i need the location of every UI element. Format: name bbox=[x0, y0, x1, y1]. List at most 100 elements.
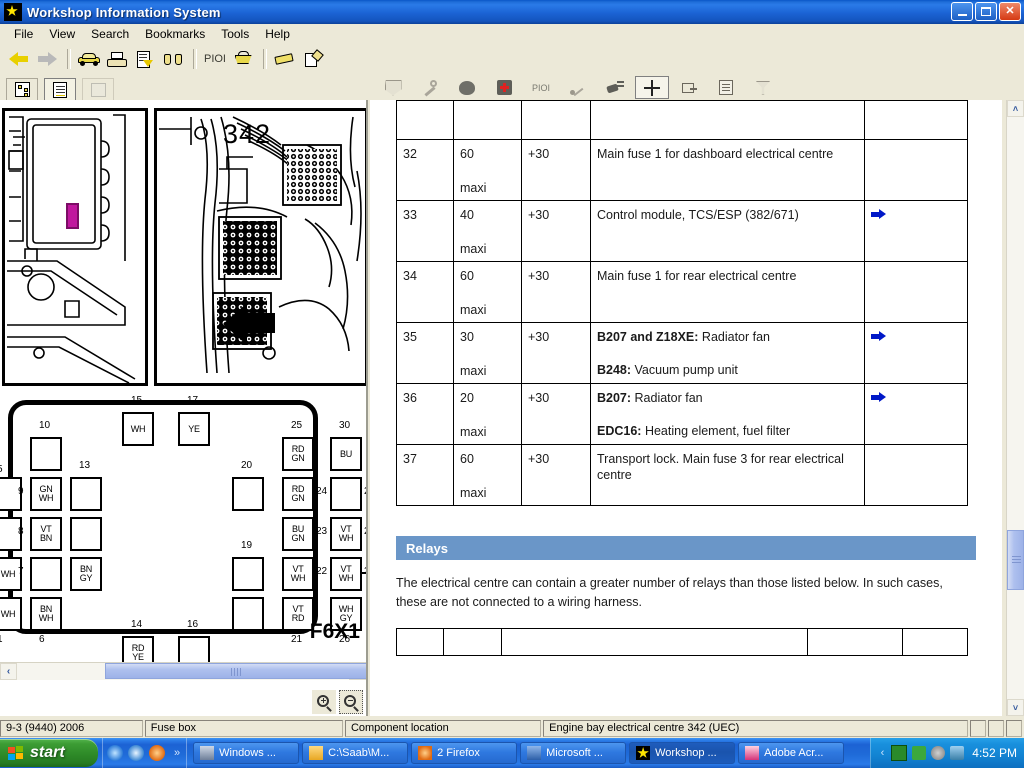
service-button[interactable] bbox=[487, 76, 521, 99]
minimize-button[interactable] bbox=[951, 2, 973, 21]
vertical-scroll-thumb[interactable] bbox=[1007, 530, 1024, 590]
fuse-slot-23[interactable]: BU GN bbox=[282, 517, 314, 551]
fuse-slot-1[interactable]: WH bbox=[0, 597, 22, 631]
start-button[interactable]: start bbox=[0, 739, 98, 767]
scroll-down-button[interactable]: ˅ bbox=[1007, 699, 1024, 716]
relay-cell-pos bbox=[443, 628, 502, 656]
fuse-slot-29[interactable] bbox=[330, 477, 362, 511]
repair-tool-button[interactable] bbox=[413, 76, 447, 99]
fuse-slot-8[interactable]: VT BN bbox=[30, 517, 62, 551]
fuse-slot-12[interactable] bbox=[70, 517, 102, 551]
zoom-out-button[interactable] bbox=[339, 690, 363, 714]
tray-usb-icon[interactable] bbox=[950, 746, 965, 760]
filter-button[interactable] bbox=[746, 76, 780, 99]
link-arrow-icon[interactable] bbox=[871, 209, 886, 220]
fuse-slot-9[interactable]: GN WH bbox=[30, 477, 62, 511]
link-arrow-icon[interactable] bbox=[871, 392, 886, 403]
fuse-number-label-23: 23 bbox=[316, 526, 328, 537]
taskbar-item-windows[interactable]: Windows ... bbox=[193, 742, 300, 764]
fuse-rating: 20 maxi bbox=[453, 383, 522, 445]
fuse-box-layout-diagram[interactable]: WH1WH254BNWH67VTBN8GNWH910BNGY111213RDYE… bbox=[0, 395, 366, 670]
vehicle-button[interactable] bbox=[76, 47, 102, 71]
maximize-button[interactable] bbox=[975, 2, 997, 21]
fuse-slot-6[interactable]: BN WH bbox=[30, 597, 62, 631]
zoom-in-button[interactable] bbox=[312, 690, 336, 714]
menu-file[interactable]: File bbox=[6, 25, 41, 43]
fuse-link-cell bbox=[864, 444, 968, 506]
menu-tools[interactable]: Tools bbox=[213, 25, 257, 43]
find-button[interactable] bbox=[160, 47, 186, 71]
highlight-button[interactable] bbox=[272, 47, 298, 71]
tab-document-view[interactable] bbox=[44, 78, 76, 100]
fuse-description: Main fuse 1 for rear electrical centre bbox=[590, 261, 865, 323]
quicklaunch-media-player-icon[interactable] bbox=[107, 745, 123, 761]
tray-expand-icon[interactable]: ‹ bbox=[881, 747, 885, 759]
horizontal-scroll-track[interactable] bbox=[17, 663, 366, 680]
fuse-slot-20[interactable] bbox=[232, 477, 264, 511]
taskbar-item-saab-folder[interactable]: C:\Saab\M... bbox=[302, 742, 409, 764]
tray-volume-icon[interactable] bbox=[931, 746, 946, 760]
image-icon bbox=[90, 82, 106, 97]
pioi-view-button[interactable]: PIOI bbox=[524, 76, 558, 99]
tab-image-view[interactable] bbox=[82, 78, 114, 100]
menu-bookmarks[interactable]: Bookmarks bbox=[137, 25, 213, 43]
fuse-slot-10[interactable] bbox=[30, 437, 62, 471]
taskbar-item-microsoft[interactable]: Microsoft ... bbox=[520, 742, 627, 764]
shape-tool-button[interactable] bbox=[376, 76, 410, 99]
connector-button[interactable] bbox=[598, 76, 632, 99]
vertical-scrollbar[interactable]: ˄ ˅ bbox=[1006, 100, 1024, 716]
pan-button[interactable] bbox=[635, 76, 669, 99]
quick-launch-overflow[interactable]: » bbox=[174, 747, 180, 759]
illustration-canvas[interactable]: 342 WH1WH254BNWH67VTBN8GNWH910BNGY111213… bbox=[0, 100, 366, 680]
menu-help[interactable]: Help bbox=[257, 25, 298, 43]
close-button[interactable]: ✕ bbox=[999, 2, 1021, 21]
diagnostics-button[interactable] bbox=[450, 76, 484, 99]
horizontal-scrollbar[interactable]: ‹ › bbox=[0, 662, 366, 680]
fuse-link-cell[interactable] bbox=[864, 200, 968, 262]
fuse-slot-17[interactable]: YE bbox=[178, 412, 210, 446]
tray-antivirus-icon[interactable] bbox=[912, 746, 927, 760]
fuse-slot-30[interactable]: BU bbox=[330, 437, 362, 471]
scroll-up-button[interactable]: ˄ bbox=[1007, 100, 1024, 117]
note-button[interactable] bbox=[672, 76, 706, 99]
status-pane-2 bbox=[988, 719, 1005, 737]
tab-tree-view[interactable] bbox=[6, 78, 38, 100]
taskbar-item-adobe[interactable]: Adobe Acr... bbox=[738, 742, 845, 764]
measure-button[interactable] bbox=[561, 76, 595, 99]
fuse-slot-13[interactable] bbox=[70, 477, 102, 511]
back-button[interactable] bbox=[6, 47, 32, 71]
print-button[interactable] bbox=[104, 47, 130, 71]
quicklaunch-firefox-icon[interactable] bbox=[149, 745, 165, 761]
link-arrow-icon[interactable] bbox=[871, 331, 886, 342]
fuse-link-cell[interactable] bbox=[864, 383, 968, 445]
scroll-left-button[interactable]: ‹ bbox=[0, 663, 17, 680]
taskbar-item-workshop[interactable]: Workshop ... bbox=[629, 742, 736, 764]
forward-button[interactable] bbox=[34, 47, 60, 71]
horizontal-scroll-thumb[interactable] bbox=[105, 663, 366, 679]
quicklaunch-internet-explorer-icon[interactable] bbox=[128, 745, 144, 761]
fuse-slot-18[interactable] bbox=[232, 597, 264, 631]
fuse-slot-25[interactable]: RD GN bbox=[282, 437, 314, 471]
fuse-slot-15[interactable]: WH bbox=[122, 412, 154, 446]
fuse-slot-19[interactable] bbox=[232, 557, 264, 591]
fuse-slot-27[interactable]: VT WH bbox=[330, 557, 362, 591]
menu-view[interactable]: View bbox=[41, 25, 83, 43]
fuse-slot-22[interactable]: VT WH bbox=[282, 557, 314, 591]
save-document-button[interactable] bbox=[132, 47, 158, 71]
fuse-link-cell[interactable] bbox=[864, 322, 968, 384]
taskbar-item-firefox[interactable]: 2 Firefox bbox=[411, 742, 518, 764]
fuse-slot-24[interactable]: RD GN bbox=[282, 477, 314, 511]
taskbar-clock[interactable]: 4:52 PM bbox=[972, 746, 1017, 760]
fuse-slot-11[interactable]: BN GY bbox=[70, 557, 102, 591]
fuse-slot-28[interactable]: VT WH bbox=[330, 517, 362, 551]
fuse-slot-7[interactable] bbox=[30, 557, 62, 591]
menu-search[interactable]: Search bbox=[83, 25, 137, 43]
component-location-illustration[interactable] bbox=[2, 108, 148, 386]
wrench-icon bbox=[422, 79, 438, 96]
list-button[interactable] bbox=[709, 76, 743, 99]
basket-button[interactable] bbox=[230, 47, 256, 71]
electrical-centre-illustration[interactable]: 342 bbox=[154, 108, 366, 386]
annotate-button[interactable] bbox=[300, 47, 326, 71]
tray-network-icon[interactable] bbox=[891, 745, 908, 761]
pioi-button[interactable]: PIOI bbox=[202, 47, 228, 71]
